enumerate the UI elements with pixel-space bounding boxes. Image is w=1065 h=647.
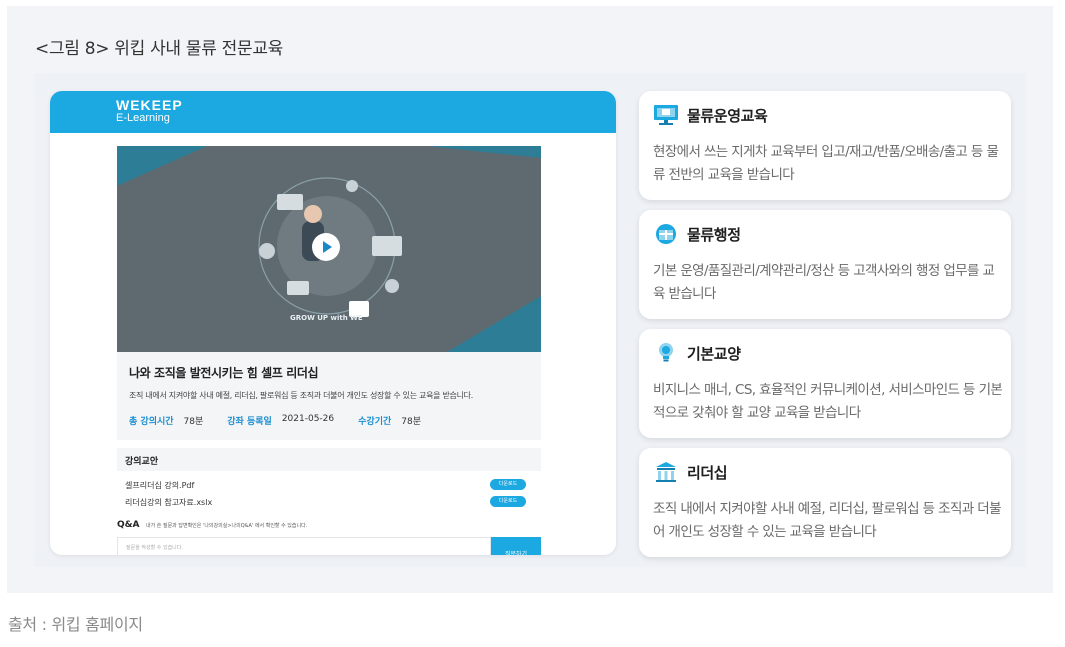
course-title: 나와 조직을 발전시키는 힘 셀프 리더십: [129, 366, 319, 380]
figure-frame: <그림 8> 위킵 사내 물류 전문교육 WEKEEP E-Learning G…: [7, 6, 1053, 593]
card-description: 기본 운영/품질관리/계약관리/정산 등 고객사와의 행정 업무를 교육 받습니…: [653, 263, 995, 302]
card-description: 조직 내에서 지켜야할 사내 예절, 리더십, 팔로워십 등 조직과 더불어 개…: [653, 501, 1002, 540]
card-leadership: 리더십 조직 내에서 지켜야할 사내 예절, 리더십, 팔로워십 등 조직과 더…: [639, 448, 1011, 557]
course-info: 나와 조직을 발전시키는 힘 셀프 리더십 조직 내에서 지켜야할 사내 예절,…: [117, 352, 541, 440]
brand-subtitle: E-Learning: [116, 112, 170, 124]
elearning-screenshot: WEKEEP E-Learning GROW UP with WE 나와 조직을…: [50, 91, 616, 555]
materials-heading: 강의교안: [117, 448, 541, 471]
download-button[interactable]: 다운로드: [490, 479, 526, 490]
card-basic-culture: 기본교양 비지니스 매너, CS, 효율적인 커뮤니케이션, 서비스마인드 등 …: [639, 329, 1011, 438]
meta-value-total-time: 78분: [183, 417, 204, 427]
material-file-name: 셀프리더십 강의.Pdf: [125, 481, 195, 490]
meta-label-registered: 강좌 등록일: [227, 417, 272, 427]
card-title: 기본교양: [687, 344, 741, 363]
figure-source: 출처 : 위킵 홈페이지: [8, 615, 143, 634]
meta-label-period: 수강기간: [358, 417, 392, 427]
meta-label-total-time: 총 강의시간: [129, 417, 174, 427]
building-icon: [656, 462, 676, 482]
course-meta: 총 강의시간 78분 강좌 등록일 2021-05-26 수강기간 78분: [129, 414, 529, 427]
meta-value-period: 78분: [401, 417, 421, 427]
qa-label: Q&A: [117, 520, 140, 530]
play-button[interactable]: [312, 233, 340, 261]
video-badge: GROW UP with WE: [290, 314, 363, 322]
card-logistics-operations: 물류운영교육 현장에서 쓰는 지게차 교육부터 입고/재고/반품/오배송/출고 …: [639, 91, 1011, 200]
qa-submit-button[interactable]: 질문하기: [491, 537, 541, 555]
elearning-header: WEKEEP E-Learning: [50, 91, 616, 133]
card-description: 현장에서 쓰는 지게차 교육부터 입고/재고/반품/오배송/출고 등 물류 전반…: [653, 144, 999, 183]
meta-value-registered: 2021-05-26: [281, 414, 335, 424]
card-title: 리더십: [687, 463, 728, 482]
lightbulb-icon: [659, 343, 673, 362]
video-player[interactable]: GROW UP with WE: [117, 146, 541, 352]
download-button[interactable]: 다운로드: [490, 496, 526, 507]
material-file-name: 리더십강의 참고자료.xslx: [125, 498, 213, 507]
figure-panel: WEKEEP E-Learning GROW UP with WE 나와 조직을…: [34, 73, 1026, 567]
qa-note: 내가 쓴 질문과 답변확인은 '나의강의실>나의Q&A' 에서 확인할 수 있습…: [146, 523, 308, 529]
monitor-icon: [654, 105, 678, 125]
card-title: 물류운영교육: [687, 106, 768, 125]
globe-box-icon: [656, 224, 676, 244]
card-logistics-admin: 물류행정 기본 운영/품질관리/계약관리/정산 등 고객사와의 행정 업무를 교…: [639, 210, 1011, 319]
figure-title: <그림 8> 위킵 사내 물류 전문교육: [35, 39, 284, 59]
card-title: 물류행정: [687, 225, 741, 244]
qa-question-input[interactable]: 질문을 작성할 수 있습니다.: [117, 537, 491, 555]
course-description: 조직 내에서 지켜야할 사내 예절, 리더십, 팔로워십 등 조직과 더불어 개…: [129, 391, 473, 400]
brand-logo: WEKEEP: [116, 97, 183, 113]
card-description: 비지니스 매너, CS, 효율적인 커뮤니케이션, 서비스마인드 등 기본적으로…: [653, 382, 1003, 421]
